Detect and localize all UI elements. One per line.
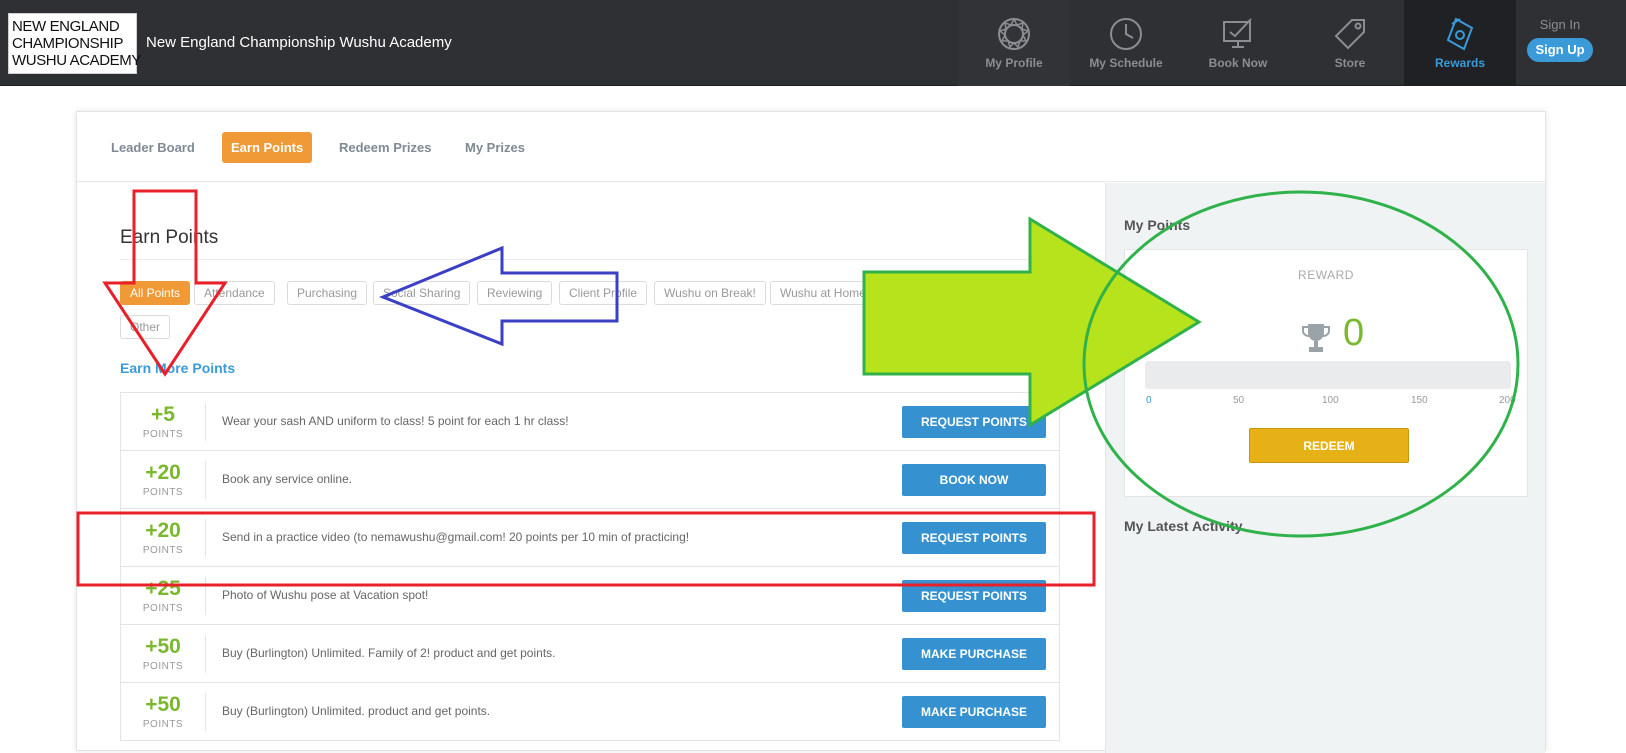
points-label: POINTS bbox=[142, 429, 184, 440]
tag-icon bbox=[1334, 19, 1365, 50]
filter-wushu-at-home[interactable]: Wushu at Home bbox=[770, 281, 876, 305]
logo-line-2: CHAMPIONSHIP bbox=[12, 35, 124, 52]
filter-wushu-on-break[interactable]: Wushu on Break! bbox=[654, 281, 766, 305]
points-badge: +5 POINTS bbox=[121, 393, 205, 441]
points-value: +20 bbox=[145, 461, 181, 484]
sign-up-button[interactable]: Sign Up bbox=[1527, 38, 1593, 62]
nav-rewards[interactable]: Rewards bbox=[1404, 0, 1516, 86]
filter-all-points[interactable]: All Points bbox=[120, 281, 191, 305]
list-item: +20 POINTS Book any service online. BOOK… bbox=[121, 451, 1059, 509]
list-item: +20 POINTS Send in a practice video (to … bbox=[121, 509, 1059, 567]
top-navigation-bar: NEW ENGLAND CHAMPIONSHIP WUSHU ACADEMY N… bbox=[0, 0, 1626, 86]
academy-logo[interactable]: NEW ENGLAND CHAMPIONSHIP WUSHU ACADEMY bbox=[8, 13, 141, 74]
tab-leader-board[interactable]: Leader Board bbox=[102, 132, 204, 163]
sign-in-link[interactable]: Sign In bbox=[1515, 17, 1605, 32]
points-value: +20 bbox=[145, 519, 181, 542]
item-description: Wear your sash AND uniform to class! 5 p… bbox=[222, 414, 569, 428]
tab-my-prizes[interactable]: My Prizes bbox=[456, 132, 534, 163]
reward-tag-icon bbox=[1446, 17, 1474, 51]
filter-other[interactable]: Other bbox=[120, 315, 171, 339]
make-purchase-button[interactable]: MAKE PURCHASE bbox=[902, 696, 1046, 728]
nav-label: Book Now bbox=[1208, 56, 1268, 70]
rewards-card: Leader Board Earn Points Redeem Prizes M… bbox=[76, 111, 1546, 753]
request-points-button[interactable]: REQUEST POINTS bbox=[902, 580, 1046, 612]
progress-tick: 100 bbox=[1322, 395, 1339, 406]
points-value: +50 bbox=[145, 693, 181, 716]
nav-label: Rewards bbox=[1434, 56, 1486, 70]
nav-store[interactable]: Store bbox=[1294, 0, 1406, 86]
divider bbox=[205, 635, 206, 673]
points-progress-bar bbox=[1145, 361, 1511, 389]
points-label: POINTS bbox=[142, 719, 184, 730]
tab-earn-points[interactable]: Earn Points bbox=[222, 132, 313, 163]
tab-redeem-prizes[interactable]: Redeem Prizes bbox=[330, 132, 441, 163]
points-badge: +20 POINTS bbox=[121, 509, 205, 557]
progress-tick: 150 bbox=[1411, 395, 1428, 406]
nav-my-schedule[interactable]: My Schedule bbox=[1070, 0, 1182, 86]
rewards-tabs: Leader Board Earn Points Redeem Prizes M… bbox=[77, 112, 1545, 182]
latest-activity-heading: My Latest Activity bbox=[1124, 518, 1243, 534]
points-badge: +25 POINTS bbox=[121, 567, 205, 615]
points-value: +5 bbox=[151, 403, 175, 426]
points-badge: +50 POINTS bbox=[121, 683, 205, 731]
nav-my-profile[interactable]: My Profile bbox=[958, 0, 1070, 86]
clock-icon bbox=[1110, 18, 1142, 50]
redeem-button[interactable]: REDEEM bbox=[1249, 428, 1409, 463]
list-item: +50 POINTS Buy (Burlington) Unlimited. F… bbox=[121, 625, 1059, 683]
points-label: POINTS bbox=[142, 487, 184, 498]
request-points-button[interactable]: REQUEST POINTS bbox=[902, 406, 1046, 438]
earn-more-points-heading: Earn More Points bbox=[120, 360, 236, 376]
nav-label: My Schedule bbox=[1089, 56, 1163, 70]
points-label: POINTS bbox=[142, 545, 184, 556]
points-label: POINTS bbox=[142, 603, 184, 614]
request-points-button[interactable]: REQUEST POINTS bbox=[902, 522, 1046, 554]
nav-label: My Profile bbox=[985, 56, 1043, 70]
book-now-button[interactable]: BOOK NOW bbox=[902, 464, 1046, 496]
nav-label: Store bbox=[1334, 56, 1366, 70]
points-badge: +50 POINTS bbox=[121, 625, 205, 673]
nav-book-now[interactable]: Book Now bbox=[1182, 0, 1294, 86]
points-balance: 0 bbox=[1343, 312, 1365, 354]
divider bbox=[205, 693, 206, 731]
divider bbox=[205, 461, 206, 499]
item-description: Photo of Wushu pose at Vacation spot! bbox=[222, 588, 429, 602]
points-label: POINTS bbox=[142, 661, 184, 672]
divider bbox=[120, 259, 1060, 260]
item-description: Buy (Burlington) Unlimited. Family of 2!… bbox=[222, 646, 556, 660]
earn-points-pane: Earn Points All Points Attendance Purcha… bbox=[77, 183, 1105, 753]
progress-tick: 200 bbox=[1499, 395, 1516, 406]
points-badge: +20 POINTS bbox=[121, 451, 205, 499]
filter-purchasing[interactable]: Purchasing bbox=[287, 281, 368, 305]
filter-attendance[interactable]: Attendance bbox=[194, 281, 275, 305]
filter-client-profile[interactable]: Client Profile bbox=[559, 281, 648, 305]
my-points-pane: My Points REWARD 0 0 50 100 150 200 REDE… bbox=[1105, 183, 1545, 753]
logo-line-1: NEW ENGLAND bbox=[12, 18, 120, 35]
reward-summary: REWARD 0 0 50 100 150 200 REDEEM bbox=[1124, 249, 1528, 497]
list-item: +25 POINTS Photo of Wushu pose at Vacati… bbox=[121, 567, 1059, 625]
badge-icon bbox=[998, 17, 1030, 50]
points-value: +25 bbox=[145, 577, 181, 600]
earn-points-list: +5 POINTS Wear your sash AND uniform to … bbox=[120, 392, 1060, 741]
monitor-check-icon bbox=[1223, 18, 1252, 48]
filter-reviewing[interactable]: Reviewing bbox=[477, 281, 553, 305]
progress-tick: 50 bbox=[1233, 395, 1245, 406]
points-value: +50 bbox=[145, 635, 181, 658]
item-description: Send in a practice video (to nemawushu@g… bbox=[222, 530, 690, 544]
progress-tick: 0 bbox=[1146, 395, 1152, 406]
earn-points-heading: Earn Points bbox=[120, 227, 219, 248]
reward-label: REWARD bbox=[1298, 268, 1354, 282]
item-description: Buy (Burlington) Unlimited. product and … bbox=[222, 704, 491, 718]
trophy-icon bbox=[1302, 324, 1330, 352]
my-points-heading: My Points bbox=[1124, 217, 1191, 233]
logo-line-3: WUSHU ACADEMY bbox=[12, 52, 141, 69]
divider bbox=[205, 403, 206, 441]
make-purchase-button[interactable]: MAKE PURCHASE bbox=[902, 638, 1046, 670]
list-item: +5 POINTS Wear your sash AND uniform to … bbox=[121, 393, 1059, 451]
item-description: Book any service online. bbox=[222, 472, 353, 486]
list-item: +50 POINTS Buy (Burlington) Unlimited. p… bbox=[121, 683, 1059, 741]
site-title[interactable]: New England Championship Wushu Academy bbox=[146, 34, 452, 51]
filter-social-sharing[interactable]: Social Sharing bbox=[373, 281, 471, 305]
divider bbox=[205, 519, 206, 557]
divider bbox=[205, 577, 206, 615]
